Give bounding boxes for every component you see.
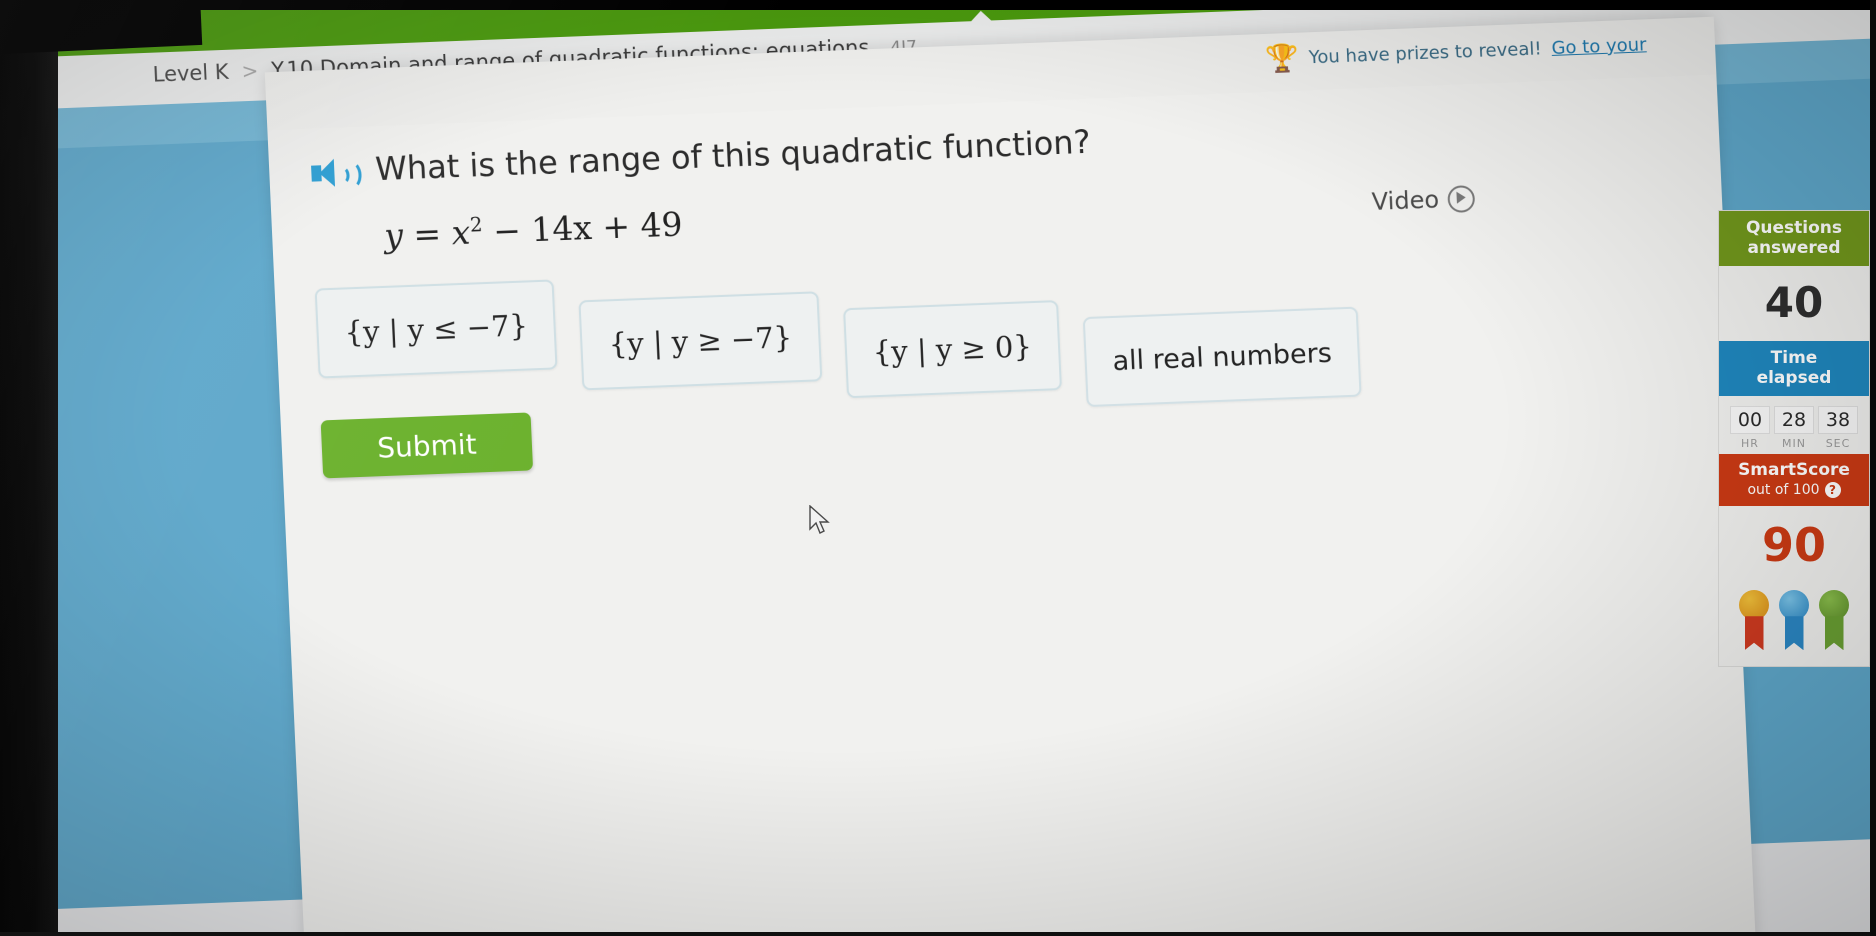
monitor-bezel-right: [1870, 0, 1876, 936]
help-icon[interactable]: ?: [1824, 482, 1841, 499]
answer-choice-3-label: {y | y ≥ 0}: [872, 329, 1033, 370]
award-ribbons: [1719, 586, 1869, 666]
equation-lhs: y: [383, 215, 404, 255]
smartscore-subtitle-row: out of 100 ?: [1723, 482, 1865, 499]
clock-hours-unit: HR: [1741, 437, 1759, 451]
equation-rest: − 14x + 49: [492, 204, 684, 251]
answer-choice-4-label: all real numbers: [1111, 337, 1333, 377]
answer-choice-2[interactable]: {y | y ≥ −7}: [578, 291, 823, 391]
answer-choice-1[interactable]: {y | y ≤ −7}: [314, 279, 558, 379]
equation-exponent: 2: [469, 213, 483, 237]
breadcrumb-level[interactable]: Level K: [152, 60, 229, 87]
video-link[interactable]: Video: [1371, 184, 1476, 216]
answer-choices: {y | y ≤ −7} {y | y ≥ −7} {y | y ≥ 0} al…: [314, 249, 1362, 437]
answer-choice-4[interactable]: all real numbers: [1082, 306, 1362, 408]
prize-link[interactable]: Go to your: [1551, 34, 1647, 59]
questions-answered-title-1: Questions: [1745, 218, 1843, 238]
clock-minutes-value: 28: [1774, 406, 1814, 435]
time-elapsed-header: Time elapsed: [1719, 341, 1869, 397]
screenshot-root: My IXL Learning Assessment Analytics Lev…: [0, 0, 1876, 936]
video-label: Video: [1371, 185, 1440, 216]
questions-answered-value: 40: [1764, 278, 1824, 328]
clock-seconds: 38 SEC: [1818, 406, 1858, 450]
smartscore-header: SmartScore out of 100 ?: [1719, 454, 1869, 507]
mouse-cursor: [809, 505, 830, 534]
clock-seconds-value: 38: [1818, 406, 1858, 435]
play-circle-icon[interactable]: [1447, 184, 1476, 213]
score-panel: Questions answered 40 Time elapsed 00 HR…: [1718, 210, 1870, 668]
question-row: What is the range of this quadratic func…: [310, 123, 1091, 193]
monitor-bezel-top: [0, 0, 1876, 10]
practice-card: 🏆 You have prizes to reveal! Go to your …: [264, 16, 1756, 936]
time-elapsed-clock: 00 HR 28 MIN 38 SEC: [1719, 396, 1869, 454]
time-elapsed-title-2: elapsed: [1756, 367, 1832, 388]
answer-choice-2-label: {y | y ≥ −7}: [608, 320, 793, 362]
smartscore-value: 90: [1761, 518, 1826, 573]
equation: y = x2 − 14x + 49: [383, 204, 683, 254]
monitor-bezel-bottom: [0, 932, 1876, 936]
smartscore-subtitle: out of 100: [1747, 482, 1820, 499]
clock-hours-value: 00: [1730, 406, 1770, 435]
answer-choice-1-label: {y | y ≤ −7}: [343, 308, 529, 350]
answer-choice-3[interactable]: {y | y ≥ 0}: [842, 300, 1062, 399]
prize-text: You have prizes to reveal!: [1308, 38, 1543, 69]
question-prompt: What is the range of this quadratic func…: [374, 122, 1092, 189]
clock-minutes-unit: MIN: [1782, 437, 1806, 451]
breadcrumb-separator: >: [241, 58, 259, 84]
submit-button[interactable]: Submit: [320, 412, 534, 479]
green-ribbon-icon: [1819, 590, 1849, 651]
clock-hours: 00 HR: [1730, 406, 1770, 450]
clock-minutes: 28 MIN: [1774, 406, 1814, 450]
gold-ribbon-icon: [1739, 590, 1769, 651]
questions-answered-title-2: answered: [1747, 237, 1841, 258]
monitor-bezel-left: [0, 0, 58, 936]
prize-banner: 🏆 You have prizes to reveal! Go to your: [1264, 31, 1647, 75]
smartscore-title: SmartScore: [1738, 460, 1850, 481]
time-elapsed-title-1: Time: [1770, 348, 1818, 369]
computer-screen: My IXL Learning Assessment Analytics Lev…: [0, 0, 1876, 936]
blue-ribbon-icon: [1779, 590, 1809, 651]
questions-answered-header: Questions answered: [1719, 211, 1869, 267]
trophy-icon: 🏆: [1264, 42, 1300, 75]
equation-equals: =: [412, 213, 442, 254]
speaker-icon[interactable]: [311, 157, 363, 193]
equation-variable: x: [450, 212, 472, 253]
clock-seconds-unit: SEC: [1825, 437, 1851, 451]
